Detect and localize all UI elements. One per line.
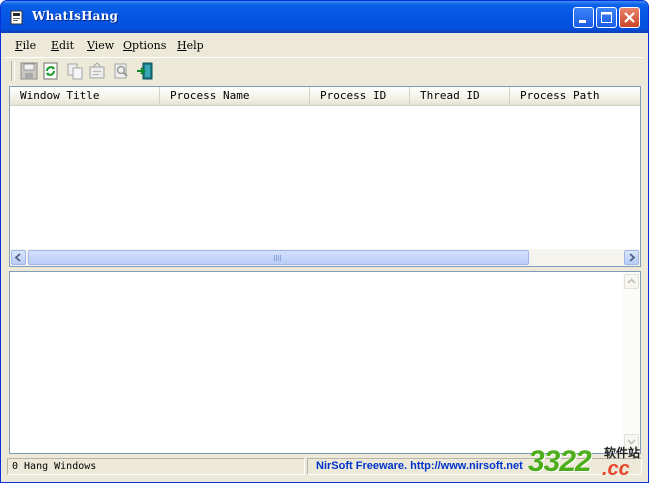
watermark-number: 3322	[528, 445, 592, 478]
scroll-thumb[interactable]	[28, 250, 529, 265]
copy-icon[interactable]	[65, 61, 85, 81]
column-header-process-path[interactable]: Process Path	[510, 87, 640, 105]
column-header-thread-id[interactable]: Thread ID	[410, 87, 510, 105]
scroll-left-button[interactable]	[11, 250, 26, 265]
chevron-up-icon	[627, 278, 636, 284]
properties-icon[interactable]	[87, 61, 107, 81]
menu-view[interactable]: View	[87, 39, 114, 52]
details-pane[interactable]	[9, 271, 641, 454]
horizontal-scrollbar[interactable]	[10, 249, 640, 266]
column-header-process-name[interactable]: Process Name	[160, 87, 310, 105]
close-icon	[624, 12, 635, 23]
site-watermark: 3322 软件站 .cc	[528, 444, 646, 481]
thumb-grip	[274, 255, 282, 261]
chevron-left-icon	[14, 253, 21, 262]
exit-icon[interactable]	[135, 61, 155, 81]
scroll-right-button[interactable]	[624, 250, 639, 265]
window-title: WhatIsHang	[32, 9, 119, 23]
menu-edit[interactable]: Edit	[51, 39, 74, 52]
hang-windows-list[interactable]: Window Title Process Name Process ID Thr…	[9, 86, 641, 267]
vertical-scrollbar[interactable]	[623, 272, 640, 453]
toolbar-grip	[11, 61, 15, 81]
status-hang-count: 0 Hang Windows	[7, 458, 305, 475]
scroll-up-button[interactable]	[624, 274, 639, 289]
menu-options[interactable]: Options	[123, 39, 166, 52]
chevron-right-icon	[629, 253, 636, 262]
menu-help[interactable]: Help	[177, 39, 204, 52]
menu-bar: File Edit View Options Help	[5, 36, 644, 56]
refresh-icon[interactable]	[41, 61, 61, 81]
menu-file[interactable]: File	[15, 39, 36, 52]
maximize-icon	[601, 12, 612, 23]
minimize-button[interactable]	[573, 7, 594, 28]
list-header: Window Title Process Name Process ID Thr…	[10, 87, 640, 106]
maximize-button[interactable]	[596, 7, 617, 28]
title-bar[interactable]: WhatIsHang	[1, 1, 648, 33]
column-header-process-id[interactable]: Process ID	[310, 87, 410, 105]
save-icon[interactable]	[19, 61, 39, 81]
app-window: WhatIsHang File Edit View Options Help W…	[0, 0, 649, 483]
minimize-icon	[579, 20, 586, 23]
column-header-window-title[interactable]: Window Title	[10, 87, 160, 105]
watermark-domain: .cc	[602, 458, 630, 480]
find-icon[interactable]	[111, 61, 131, 81]
close-button[interactable]	[619, 7, 640, 28]
toolbar	[5, 57, 644, 86]
app-icon	[10, 10, 23, 25]
